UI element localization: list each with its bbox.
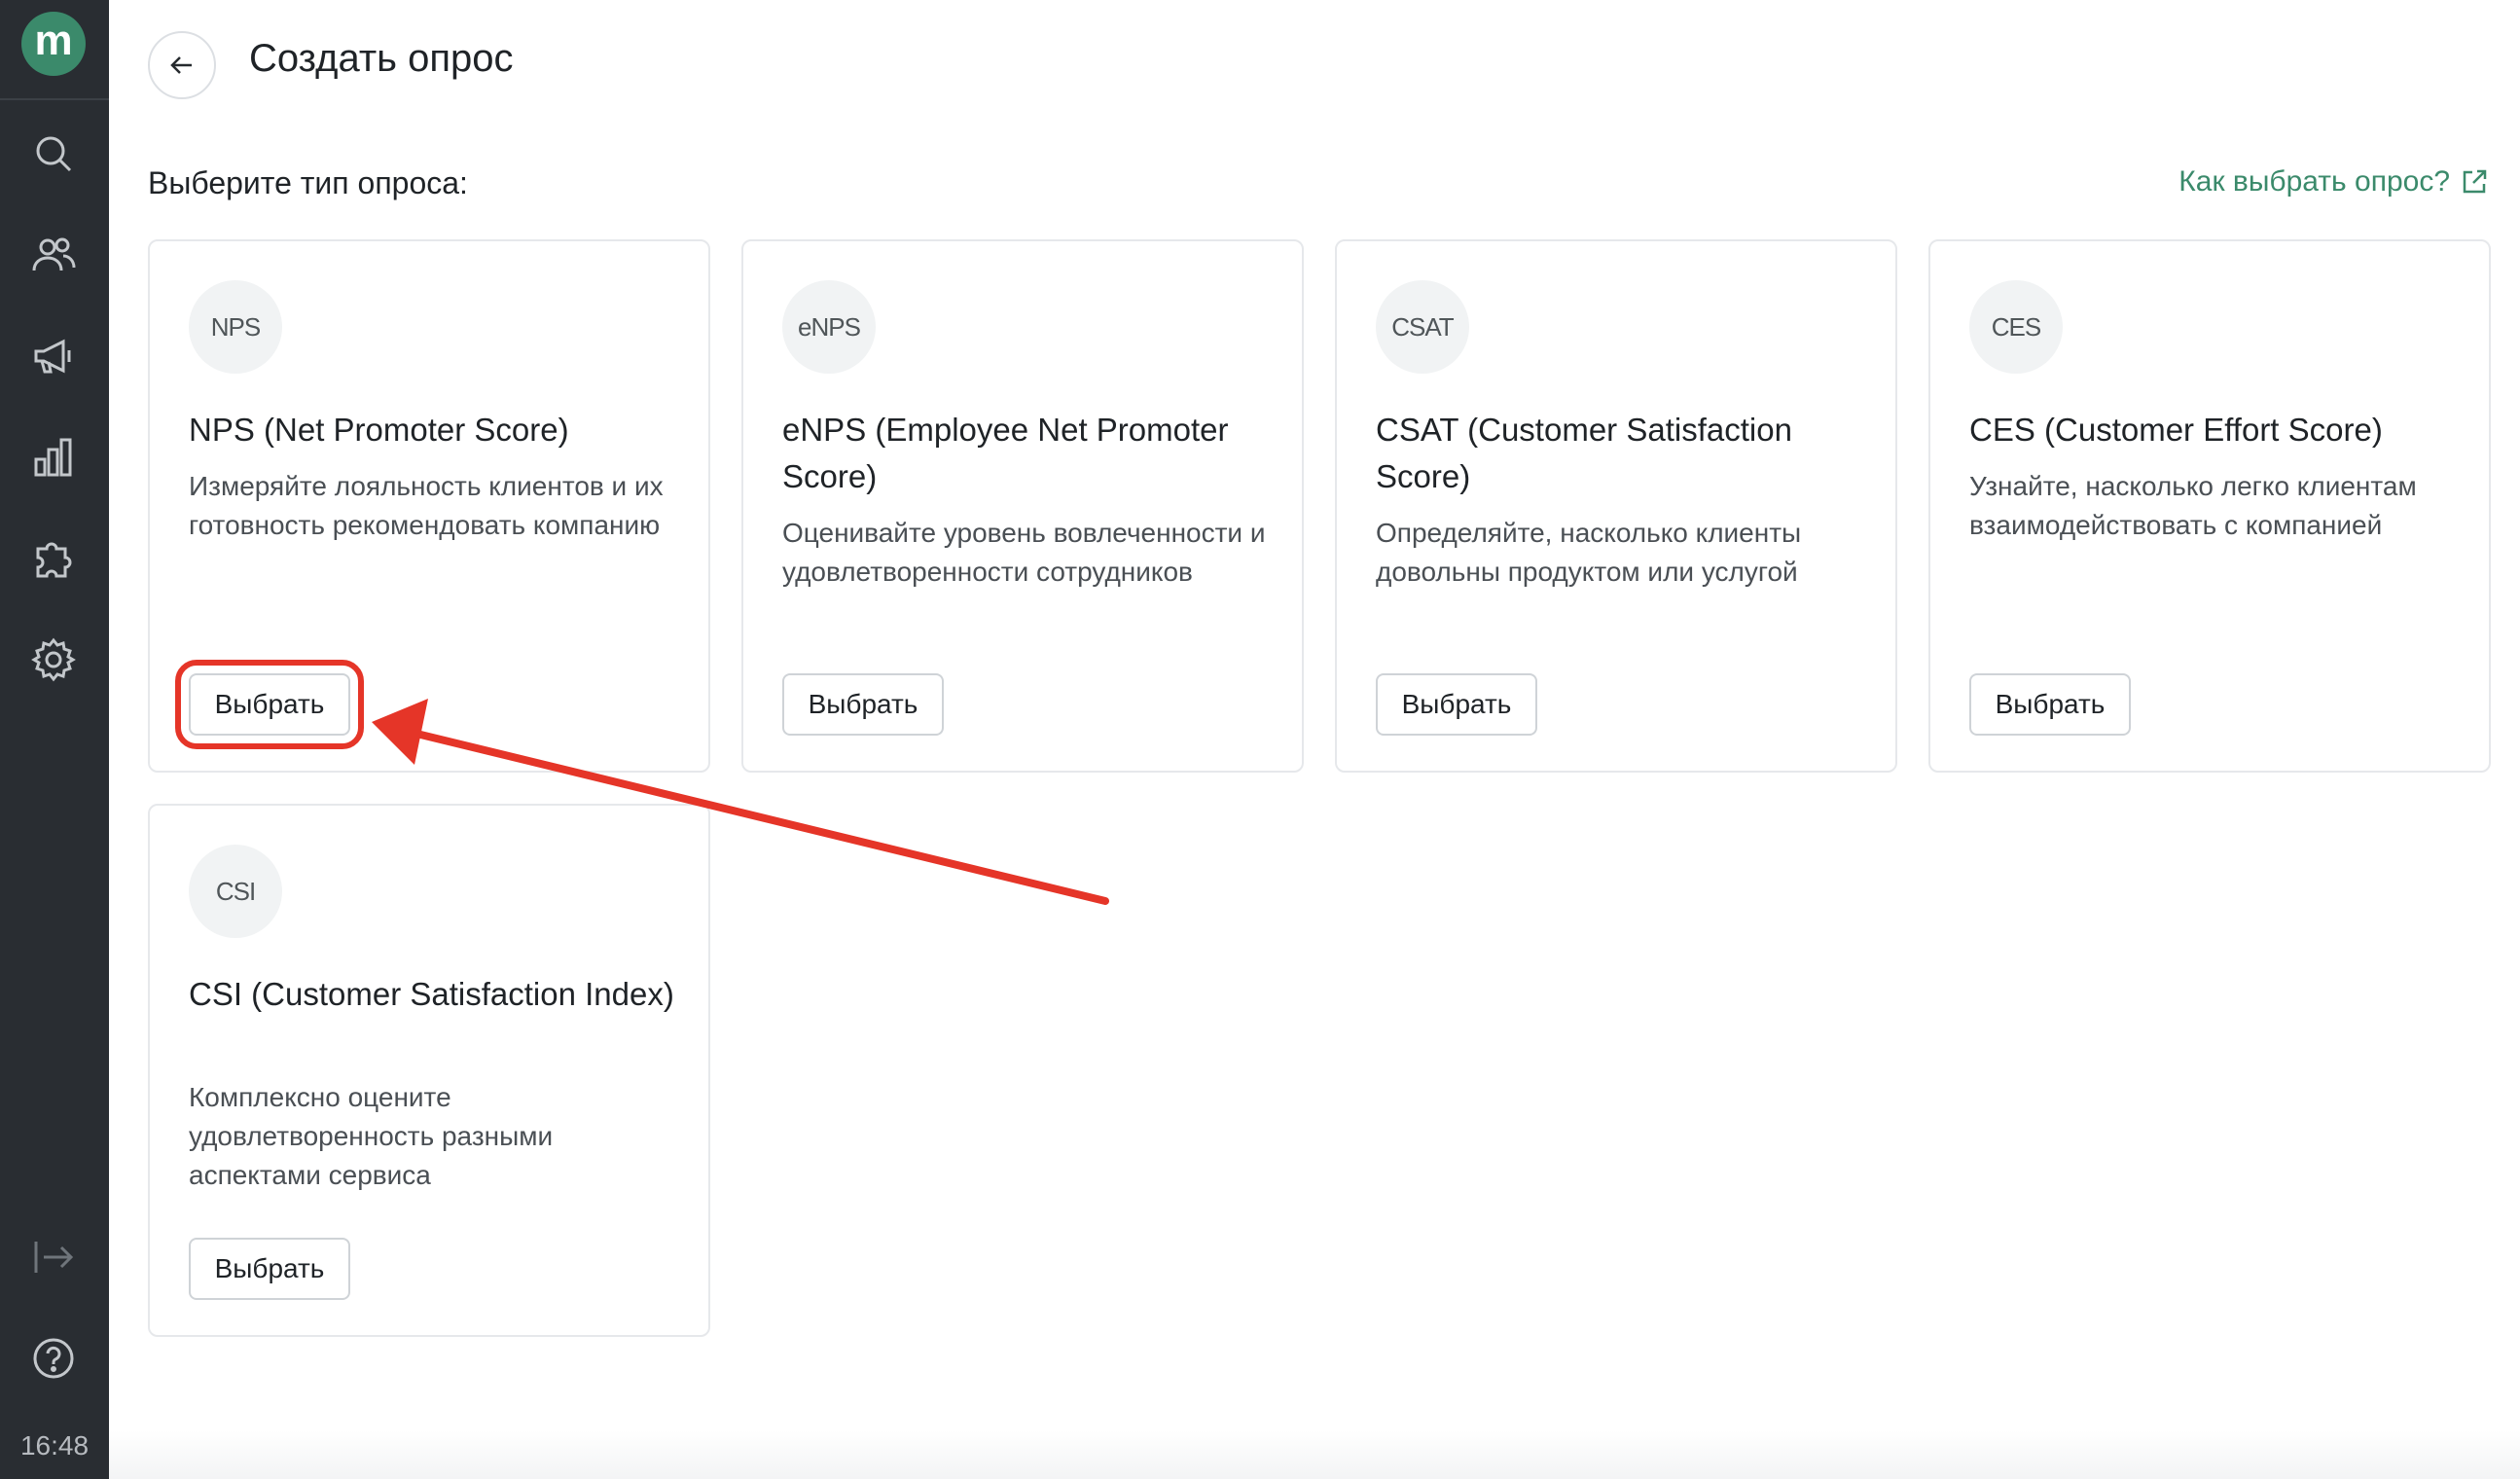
external-link-icon: [2463, 169, 2487, 194]
puzzle-icon[interactable]: [30, 535, 77, 582]
survey-badge: CSAT: [1376, 280, 1469, 374]
select-csat-button[interactable]: Выбрать: [1376, 673, 1537, 736]
page-title: Создать опрос: [249, 37, 514, 80]
survey-card-csi: CSI CSI (Customer Satisfaction Index) Ко…: [148, 804, 710, 1337]
survey-card-enps: eNPS eNPS (Employee Net Promoter Score) …: [741, 239, 1304, 773]
survey-title: CSAT (Customer Satisfaction Score): [1376, 412, 1792, 494]
chart-icon[interactable]: [30, 434, 77, 481]
select-nps-button[interactable]: Выбрать: [175, 660, 364, 749]
section-subtitle: Выберите тип опроса:: [148, 165, 468, 200]
search-icon[interactable]: [30, 130, 77, 177]
survey-card-ces: CES CES (Customer Effort Score) Узнайте,…: [1928, 239, 2491, 773]
logout-icon[interactable]: [30, 1234, 77, 1281]
survey-description: Узнайте, насколько легко клиентам взаимо…: [1969, 471, 2417, 540]
survey-badge: NPS: [189, 280, 282, 374]
survey-title: NPS (Net Promoter Score): [189, 412, 569, 448]
sidebar: m 16:48: [0, 0, 109, 1479]
survey-description: Измеряйте лояльность клиентов и их готов…: [189, 471, 664, 540]
users-icon[interactable]: [30, 232, 77, 278]
arrow-left-icon: [170, 56, 192, 74]
survey-description: Оценивайте уровень вовлеченности и удовл…: [782, 518, 1266, 587]
clock-time: 16:48: [19, 1430, 90, 1461]
survey-title: CES (Customer Effort Score): [1969, 412, 2383, 448]
bottom-shadow: [109, 1430, 2520, 1479]
survey-card-nps: NPS NPS (Net Promoter Score) Измеряйте л…: [148, 239, 710, 773]
gear-icon[interactable]: [30, 636, 77, 683]
help-link-label: Как выбрать опрос?: [2178, 165, 2450, 198]
select-enps-button[interactable]: Выбрать: [782, 673, 944, 736]
select-ces-button[interactable]: Выбрать: [1969, 673, 2131, 736]
megaphone-icon[interactable]: [30, 333, 77, 379]
survey-badge: eNPS: [782, 280, 876, 374]
back-button[interactable]: [148, 31, 216, 99]
help-icon[interactable]: [30, 1335, 77, 1382]
survey-description: Определяйте, насколько клиенты довольны …: [1376, 518, 1802, 587]
sidebar-divider: [0, 98, 109, 100]
survey-card-csat: CSAT CSAT (Customer Satisfaction Score) …: [1335, 239, 1897, 773]
select-csi-button[interactable]: Выбрать: [189, 1238, 350, 1300]
help-link[interactable]: Как выбрать опрос?: [2178, 165, 2489, 198]
survey-badge: CES: [1969, 280, 2063, 374]
survey-title: CSI (Customer Satisfaction Index): [189, 976, 674, 1012]
survey-title: eNPS (Employee Net Promoter Score): [782, 412, 1229, 494]
survey-description: Комплексно оцените удовлетворенность раз…: [189, 1082, 554, 1190]
survey-badge: CSI: [189, 845, 282, 938]
app-logo[interactable]: m: [21, 12, 86, 76]
